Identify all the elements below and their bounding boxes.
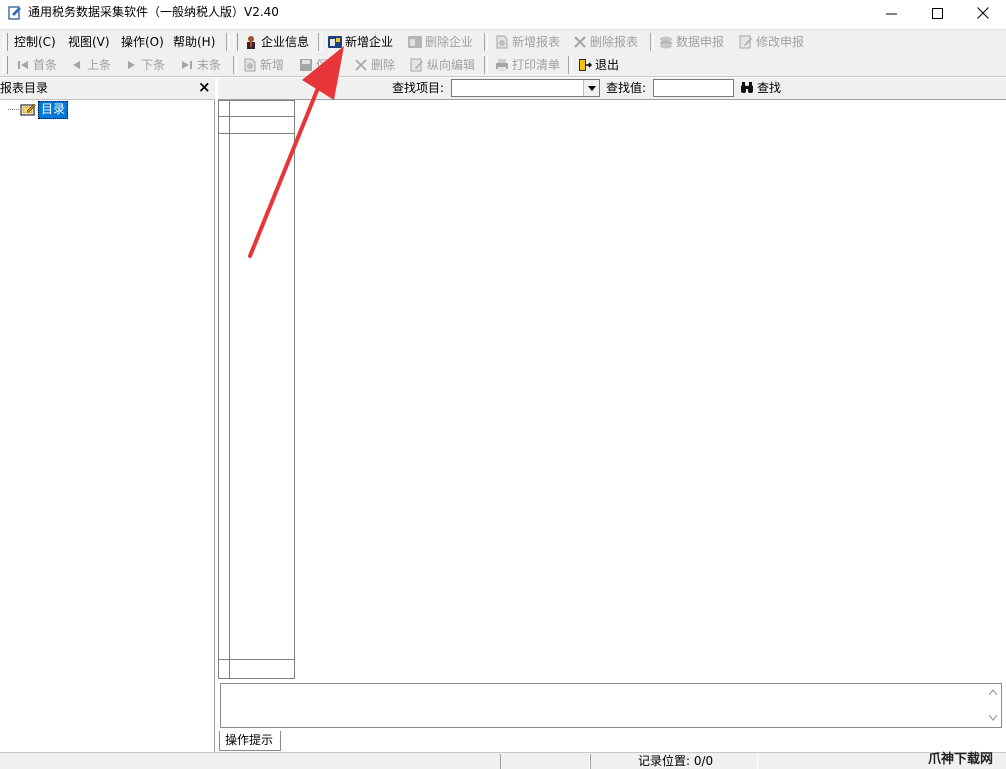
separator <box>226 33 230 51</box>
menu-view[interactable]: 视图(V) <box>68 34 110 50</box>
minimize-button[interactable] <box>868 0 914 26</box>
dropdown-button[interactable] <box>583 80 599 96</box>
dropdown-arrow-icon <box>587 85 596 91</box>
watermark: 爪神下载网 <box>928 752 994 767</box>
close-icon <box>977 7 989 19</box>
search-value-input[interactable] <box>653 79 734 97</box>
separator <box>233 56 237 74</box>
last-record-icon <box>182 61 192 69</box>
data-declare-icon <box>660 36 672 49</box>
close-button[interactable] <box>960 0 1006 26</box>
menu-toolbar-row: 控制(C) 视图(V) 操作(O) 帮助(H) 企业信息 新增企业 删除企业 新… <box>0 29 1006 55</box>
menu-control[interactable]: 控制(C) <box>14 34 56 50</box>
maximize-button[interactable] <box>914 0 960 26</box>
window-title: 通用税务数据采集软件（一般纳税人版）V2.40 <box>28 5 279 19</box>
last-record-button[interactable]: 末条 <box>180 57 221 73</box>
exit-icon <box>579 59 592 71</box>
add-report-icon <box>496 35 508 49</box>
record-position: 记录位置: 0/0 <box>638 754 714 768</box>
print-list-button[interactable]: 打印清单 <box>495 57 560 73</box>
left-panel-title: 报表目录 <box>0 81 49 95</box>
find-label: 查找 <box>757 81 782 95</box>
vertical-edit-button[interactable]: 纵向编辑 <box>410 57 475 73</box>
vertical-edit-label: 纵向编辑 <box>427 58 476 72</box>
delete-company-button[interactable]: 删除企业 <box>408 34 473 50</box>
first-record-button[interactable]: 首条 <box>16 57 57 73</box>
delete-report-button[interactable]: 删除报表 <box>573 34 638 50</box>
print-list-label: 打印清单 <box>512 58 561 72</box>
first-record-label: 首条 <box>33 58 58 72</box>
delete-button[interactable]: 删除 <box>354 57 395 73</box>
search-item-select[interactable] <box>451 79 600 97</box>
data-declare-button[interactable]: 数据申报 <box>659 34 724 50</box>
record-toolbar: 首条 上条 下条 末条 新增 保存 删除 纵向编辑 打印清单 退出 <box>0 54 1006 77</box>
last-record-label: 末条 <box>197 58 222 72</box>
delete-company-icon <box>408 36 422 48</box>
annotation-arrow <box>248 46 344 258</box>
folder-icon <box>20 103 36 116</box>
title-bar: 通用税务数据采集软件（一般纳税人版）V2.40 <box>0 0 1006 26</box>
prev-record-icon <box>73 61 80 69</box>
hint-tab-label: 操作提示 <box>225 733 274 747</box>
status-bar: 记录位置: 0/0 <box>0 752 1006 769</box>
next-record-button[interactable]: 下条 <box>124 57 165 73</box>
exit-label: 退出 <box>595 58 620 72</box>
modify-declare-button[interactable]: 修改申报 <box>739 34 804 50</box>
toolbar-grip <box>3 56 8 74</box>
status-panel <box>500 754 590 769</box>
hint-tab[interactable]: 操作提示 <box>219 731 281 751</box>
scroll-down-icon[interactable] <box>989 715 997 721</box>
delete-report-icon <box>574 36 586 48</box>
delete-label: 删除 <box>371 58 396 72</box>
menu-operate[interactable]: 操作(O) <box>121 34 164 50</box>
binoculars-icon <box>741 82 753 93</box>
maximize-icon <box>931 7 943 19</box>
add-report-label: 新增报表 <box>512 35 561 49</box>
first-record-icon <box>18 61 28 69</box>
minimize-icon <box>885 13 897 14</box>
left-panel-header: 报表目录 × <box>0 78 215 99</box>
vertical-edit-icon <box>410 58 423 72</box>
exit-button[interactable]: 退出 <box>578 57 619 73</box>
app-icon <box>8 6 21 20</box>
search-value-label: 查找值: <box>606 81 647 95</box>
separator <box>484 33 488 51</box>
add-report-button[interactable]: 新增报表 <box>495 34 560 50</box>
modify-declare-icon <box>739 35 752 49</box>
delete-company-label: 删除企业 <box>425 35 474 49</box>
tree-root-item[interactable]: 目录 <box>38 101 69 119</box>
data-declare-label: 数据申报 <box>676 35 725 49</box>
left-panel-close[interactable]: × <box>198 79 211 96</box>
status-panel-record: 记录位置: 0/0 <box>590 754 758 769</box>
modify-declare-label: 修改申报 <box>756 35 805 49</box>
search-item-label: 查找项目: <box>392 81 445 95</box>
tree-connector <box>8 109 19 110</box>
prev-record-button[interactable]: 上条 <box>70 57 111 73</box>
separator <box>484 56 488 74</box>
separator <box>568 56 572 74</box>
scroll-up-icon[interactable] <box>989 689 997 695</box>
operation-hint-box[interactable] <box>220 683 1002 728</box>
next-record-label: 下条 <box>141 58 166 72</box>
menu-help[interactable]: 帮助(H) <box>173 34 215 50</box>
separator <box>650 33 654 51</box>
toolbar-grip <box>3 33 8 51</box>
next-record-icon <box>128 61 135 69</box>
hint-scrollbar[interactable] <box>985 684 1001 727</box>
prev-record-label: 上条 <box>87 58 112 72</box>
find-button[interactable]: 查找 <box>740 80 781 96</box>
delete-report-label: 删除报表 <box>590 35 639 49</box>
print-icon <box>496 59 508 71</box>
report-tree-panel: 目录 <box>0 99 215 752</box>
toolbar-grip <box>233 33 238 51</box>
